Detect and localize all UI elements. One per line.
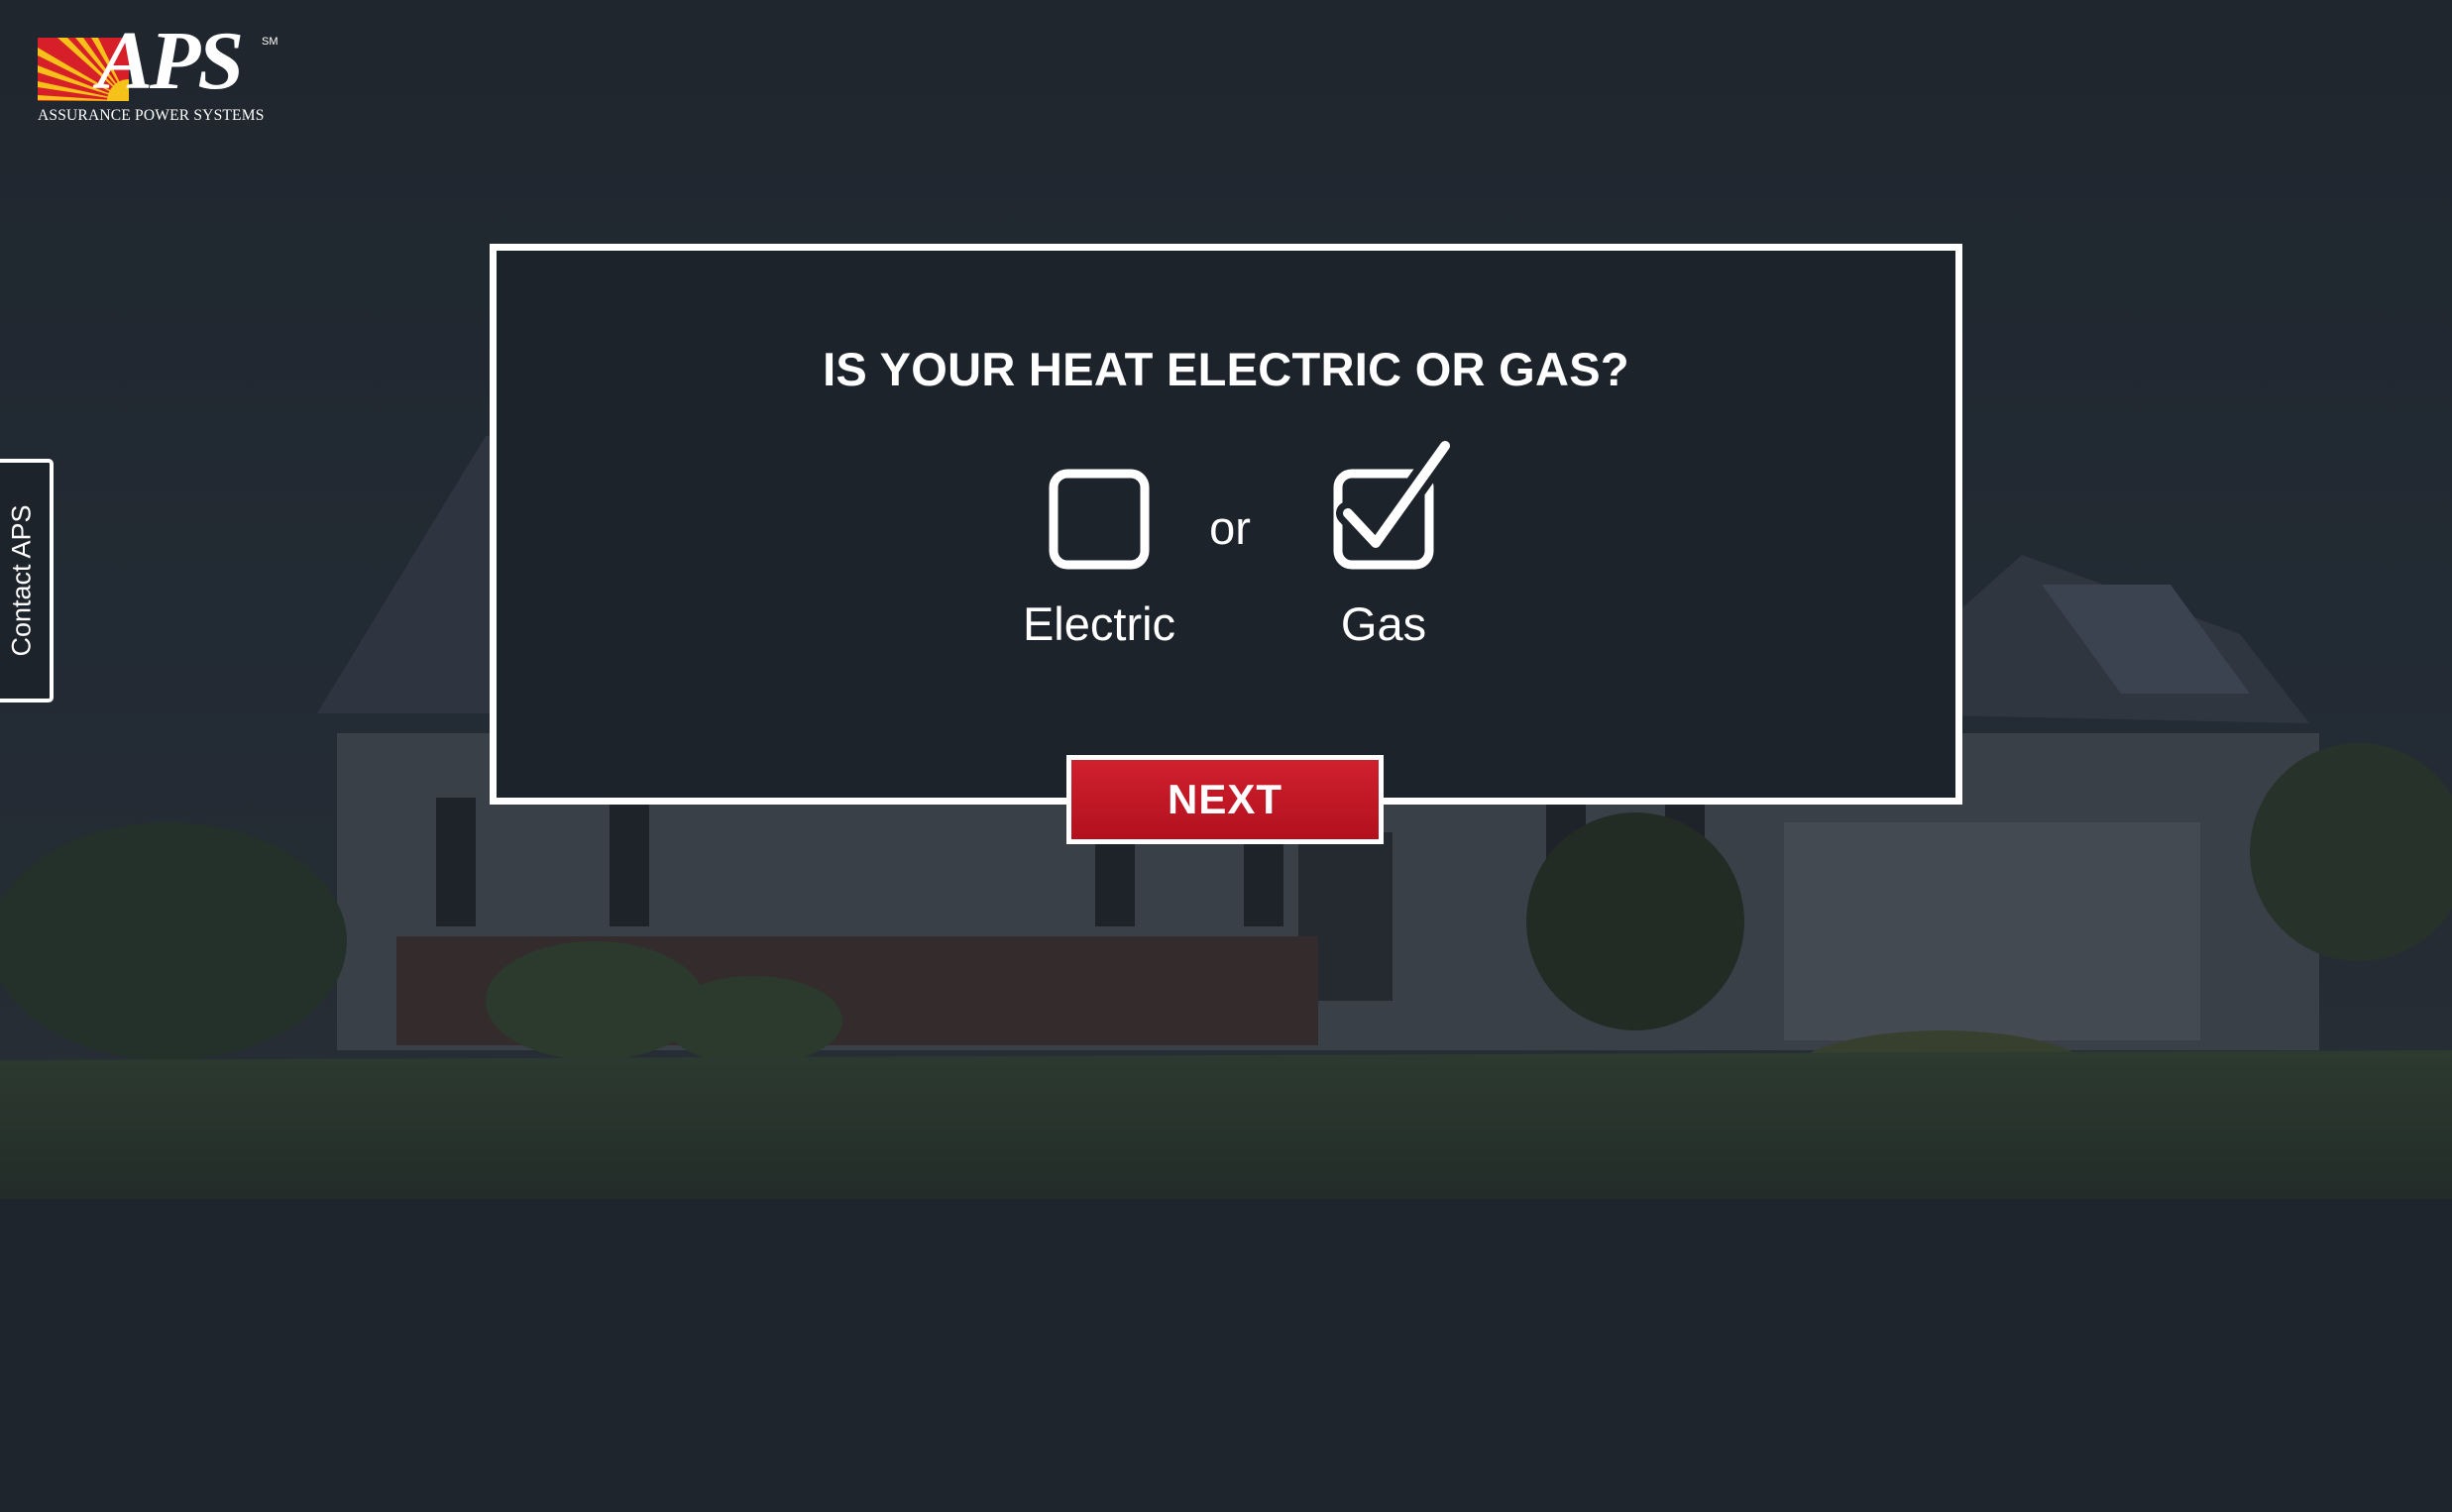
checked-checkbox-icon[interactable]: [1332, 434, 1457, 571]
electric-option[interactable]: Electric: [990, 468, 1208, 666]
question-panel: IS YOUR HEAT ELECTRIC OR GAS? Electric o…: [490, 244, 1962, 805]
contact-aps-label: Contact APS: [6, 504, 37, 657]
or-separator: or: [1209, 501, 1251, 554]
page: APS SM ASSURANCE POWER SYSTEMS Contact A…: [0, 0, 2452, 1512]
logo-wordmark: APS: [97, 15, 244, 107]
unchecked-checkbox-icon[interactable]: [1048, 468, 1151, 571]
gas-option[interactable]: Gas: [1275, 434, 1493, 666]
next-button[interactable]: NEXT: [1066, 755, 1384, 844]
contact-aps-tab[interactable]: Contact APS: [0, 459, 54, 702]
service-mark: SM: [262, 36, 279, 48]
electric-option-label: Electric: [1022, 597, 1176, 650]
aps-logo[interactable]: APS SM ASSURANCE POWER SYSTEMS: [38, 20, 285, 128]
gas-option-label: Gas: [1340, 597, 1427, 650]
logo-tagline: ASSURANCE POWER SYSTEMS: [38, 107, 265, 124]
question-title: IS YOUR HEAT ELECTRIC OR GAS?: [823, 343, 1629, 395]
